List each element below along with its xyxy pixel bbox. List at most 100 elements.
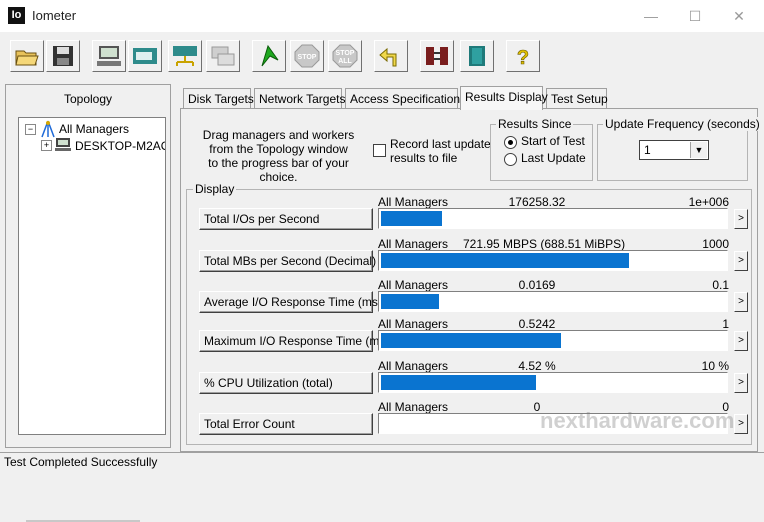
tree-item-all-managers[interactable]: All Managers <box>59 122 129 136</box>
new-manager-button[interactable] <box>92 40 126 72</box>
stop-all-text-1: STOP <box>336 50 355 57</box>
record-label-line-2: results to file <box>390 151 458 165</box>
stop-test-button[interactable]: STOP <box>290 40 324 72</box>
duplicate-icon <box>211 46 235 66</box>
metric-source: All Managers <box>378 400 449 414</box>
record-label-line-1: Record last update <box>390 137 491 151</box>
metric-value: 176258.32 <box>508 195 566 209</box>
all-managers-icon <box>41 120 55 138</box>
about-button[interactable]: ? <box>506 40 540 72</box>
floppy-disk-icon <box>53 46 73 66</box>
drag-hint: Drag managers and workers from the Topol… <box>191 128 366 184</box>
open-folder-icon <box>15 50 39 66</box>
metric-button[interactable]: Total MBs per Second (Decimal) <box>199 250 376 272</box>
metric-button[interactable]: Average I/O Response Time (ms) <box>199 291 382 313</box>
metric-source: All Managers <box>378 317 449 331</box>
computer-icon <box>97 46 121 66</box>
metric-button[interactable]: Total I/Os per Second <box>199 208 373 230</box>
chevron-down-icon[interactable]: ▼ <box>690 142 707 158</box>
metric-max: 10 % <box>701 359 729 373</box>
computer-icon <box>55 138 71 151</box>
network-worker-icon <box>173 46 197 66</box>
metric-bar[interactable] <box>378 291 728 312</box>
drag-hint-line-3: to the progress bar of your choice. <box>208 156 349 184</box>
minimize-button[interactable]: — <box>628 0 674 32</box>
metric-button[interactable]: % CPU Utilization (total) <box>199 372 373 394</box>
exit-gui-button[interactable] <box>420 40 454 72</box>
radio-last-update[interactable] <box>504 153 517 166</box>
new-disk-worker-button[interactable] <box>128 40 162 72</box>
metric-source: All Managers <box>378 278 449 292</box>
metric-bar-fill <box>381 253 629 268</box>
metric-value: 4.52 % <box>518 359 556 373</box>
update-frequency-select[interactable]: 1 ▼ <box>639 140 709 160</box>
expand-toggle[interactable]: + <box>41 140 52 151</box>
metric-bar-fill <box>381 375 536 390</box>
metric-bar-fill <box>381 211 442 226</box>
maximize-button[interactable]: ☐ <box>672 0 718 32</box>
reset-workers-button[interactable] <box>374 40 408 72</box>
metric-source: All Managers <box>378 195 449 209</box>
metric-arrow-button[interactable]: > <box>734 414 748 434</box>
watermark-logo: nexthardware.com <box>540 408 735 433</box>
tab-test-setup[interactable]: Test Setup <box>546 88 608 109</box>
exit-button[interactable] <box>460 40 494 72</box>
duplicate-worker-button[interactable] <box>206 40 240 72</box>
save-config-button[interactable] <box>46 40 80 72</box>
metric-value: 0.0169 <box>518 278 556 292</box>
metric-value: 721.95 MBPS (688.51 MiBPS) <box>463 237 626 251</box>
stop-all-button[interactable]: STOP ALL <box>328 40 362 72</box>
metric-source: All Managers <box>378 359 449 373</box>
drag-hint-line-2: from the Topology window <box>209 142 348 156</box>
radio-start-of-test[interactable] <box>504 136 517 149</box>
disconnect-icon <box>426 47 448 65</box>
metric-arrow-button[interactable]: > <box>734 209 748 229</box>
help-text: ? <box>517 47 529 68</box>
metric-bar[interactable] <box>378 372 728 393</box>
radio-start-of-test-label: Start of Test <box>521 134 585 148</box>
new-network-worker-button[interactable] <box>168 40 202 72</box>
stop-icon: STOP <box>294 44 320 68</box>
radio-last-update-label: Last Update <box>521 151 586 165</box>
metric-arrow-button[interactable]: > <box>734 373 748 393</box>
stop-text: STOP <box>298 54 317 61</box>
tree-item-desktop[interactable]: DESKTOP-M2AO6 <box>75 139 165 153</box>
status-text: Test Completed Successfully <box>4 455 158 469</box>
metric-source: All Managers <box>378 237 449 251</box>
open-config-button[interactable] <box>10 40 44 72</box>
metric-bar-fill <box>381 333 561 348</box>
metric-arrow-button[interactable]: > <box>734 292 748 312</box>
stop-all-icon: STOPALL <box>332 44 358 68</box>
record-label: Record last update results to file <box>390 137 491 165</box>
topology-tree[interactable]: − All Managers + DESKTOP-M2AO6 <box>18 117 166 435</box>
metric-bar-fill <box>381 294 439 309</box>
metric-button[interactable]: Total Error Count <box>199 413 373 435</box>
tab-disk-targets[interactable]: Disk Targets <box>183 88 254 109</box>
metric-bar[interactable] <box>378 208 728 229</box>
results-display-panel: Drag managers and workers from the Topol… <box>180 108 762 452</box>
metric-button[interactable]: Maximum I/O Response Time (ms) <box>199 330 389 352</box>
green-flag-icon <box>261 44 279 67</box>
collapse-toggle[interactable]: − <box>25 124 36 135</box>
stop-all-text-2: ALL <box>338 58 352 65</box>
topology-panel: Topology − All Managers + DESKTOP-M2AO6 <box>5 84 171 522</box>
reset-arrow-icon <box>379 47 397 67</box>
metric-arrow-button[interactable]: > <box>734 331 748 351</box>
close-button[interactable]: ✕ <box>716 0 762 32</box>
metric-arrow-button[interactable]: > <box>734 251 748 271</box>
disk-worker-icon <box>133 48 157 64</box>
metric-max: 1e+006 <box>688 195 729 209</box>
results-since-legend: Results Since <box>496 117 574 131</box>
metric-max: 1 <box>722 317 729 331</box>
tab-network-targets[interactable]: Network Targets <box>254 88 345 109</box>
display-legend: Display <box>193 182 237 196</box>
update-frequency-value: 1 <box>644 143 651 157</box>
metric-bar[interactable] <box>378 250 728 271</box>
tab-results-display[interactable]: Results Display <box>460 86 548 110</box>
tab-access-specifications[interactable]: Access Specifications <box>345 88 466 109</box>
update-frequency-legend: Update Frequency (seconds) <box>603 117 762 131</box>
start-tests-button[interactable] <box>252 40 286 72</box>
metric-bar[interactable] <box>378 330 728 351</box>
question-mark-icon: ? <box>517 47 530 68</box>
record-checkbox[interactable] <box>373 144 386 157</box>
